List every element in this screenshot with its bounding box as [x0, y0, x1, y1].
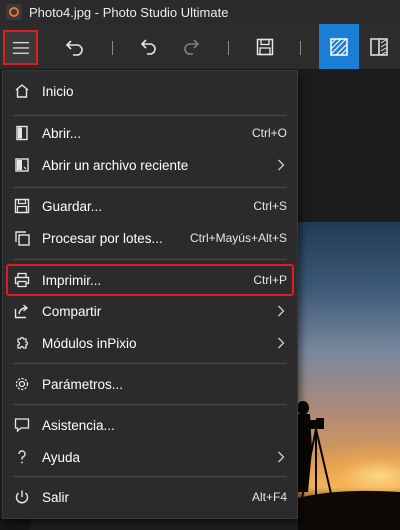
- back-button[interactable]: [58, 30, 92, 64]
- menu-item-label: Abrir...: [42, 125, 82, 141]
- chevron-right-icon: [276, 336, 286, 350]
- menu-item-shortcut: Ctrl+P: [253, 273, 287, 287]
- menu-item-label: Parámetros...: [42, 376, 124, 392]
- menu-item-help[interactable]: Ayuda: [4, 441, 296, 473]
- redo-button[interactable]: [174, 30, 208, 64]
- menu-separator: [13, 115, 287, 116]
- save-toolbar-button[interactable]: [248, 30, 282, 64]
- hatched-square-icon: [330, 37, 348, 56]
- menu-item-share[interactable]: Compartir: [4, 295, 296, 327]
- single-view-button[interactable]: [319, 24, 359, 69]
- main-menu-button[interactable]: [3, 30, 38, 65]
- save-icon: [13, 197, 31, 215]
- open-icon: [13, 124, 31, 142]
- menu-item-support[interactable]: Asistencia...: [4, 409, 296, 441]
- chevron-right-icon: [276, 158, 286, 172]
- compare-view-button[interactable]: [362, 30, 396, 64]
- menu-item-shortcut: Ctrl+O: [251, 126, 287, 140]
- toolbar-separator: [300, 41, 301, 55]
- batch-icon: [13, 229, 31, 247]
- power-icon: [13, 488, 31, 506]
- app-logo-icon: [6, 4, 22, 20]
- menu-item-shortcut: Ctrl+Mayús+Alt+S: [189, 231, 287, 245]
- menu-item-label: Compartir: [42, 303, 102, 319]
- menu-separator: [13, 187, 287, 188]
- gear-icon: [13, 375, 31, 393]
- menu-item-batch-process[interactable]: Procesar por lotes... Ctrl+Mayús+Alt+S: [4, 222, 296, 254]
- save-icon: [256, 38, 274, 56]
- menu-item-label: Abrir un archivo reciente: [42, 157, 189, 173]
- main-menu: Inicio Abrir... Ctrl+O Abrir un archivo …: [2, 70, 298, 519]
- menu-separator: [13, 476, 287, 477]
- menu-item-label: Salir: [42, 489, 70, 505]
- menu-item-label: Guardar...: [42, 198, 103, 214]
- menu-item-label: Procesar por lotes...: [42, 230, 163, 246]
- menu-separator: [13, 259, 287, 260]
- menu-item-shortcut: Ctrl+S: [253, 199, 287, 213]
- puzzle-icon: [13, 334, 31, 352]
- undo-button[interactable]: [132, 30, 166, 64]
- menu-item-exit[interactable]: Salir Alt+F4: [4, 481, 296, 513]
- title-bar: Photo4.jpg - Photo Studio Ultimate: [0, 0, 400, 24]
- menu-separator: [13, 363, 287, 364]
- menu-item-label: Imprimir...: [42, 272, 102, 288]
- chevron-right-icon: [276, 304, 286, 318]
- window-title: Photo4.jpg - Photo Studio Ultimate: [29, 4, 229, 20]
- photo-silhouette: [298, 401, 400, 530]
- menu-separator: [13, 404, 287, 405]
- menu-item-label: Módulos inPixio: [42, 335, 137, 351]
- menu-item-print[interactable]: Imprimir... Ctrl+P: [6, 264, 294, 296]
- menu-item-shortcut: Alt+F4: [251, 490, 287, 504]
- menu-item-open[interactable]: Abrir... Ctrl+O: [4, 117, 296, 149]
- status-strip: [0, 518, 30, 530]
- toolbar-separator: [112, 41, 113, 55]
- menu-item-label: Ayuda: [42, 449, 81, 465]
- menu-item-open-recent[interactable]: Abrir un archivo reciente: [4, 149, 296, 181]
- toolbar-separator: [228, 41, 229, 55]
- question-icon: [13, 448, 31, 466]
- printer-icon: [13, 271, 31, 289]
- chevron-right-icon: [276, 450, 286, 464]
- back-arrow-icon: [65, 40, 83, 56]
- chat-icon: [13, 416, 31, 434]
- menu-item-settings[interactable]: Parámetros...: [4, 368, 296, 400]
- compare-icon: [370, 38, 388, 56]
- recent-files-icon: [13, 156, 31, 174]
- menu-item-inpixio-modules[interactable]: Módulos inPixio: [4, 327, 296, 359]
- menu-item-home[interactable]: Inicio: [4, 75, 296, 107]
- share-icon: [13, 302, 31, 320]
- undo-icon: [140, 39, 156, 55]
- menu-item-save[interactable]: Guardar... Ctrl+S: [4, 190, 296, 222]
- menu-item-label: Asistencia...: [42, 417, 115, 433]
- redo-icon: [184, 39, 200, 55]
- home-icon: [13, 82, 31, 100]
- hamburger-icon: [12, 41, 29, 54]
- menu-item-label: Inicio: [42, 83, 74, 99]
